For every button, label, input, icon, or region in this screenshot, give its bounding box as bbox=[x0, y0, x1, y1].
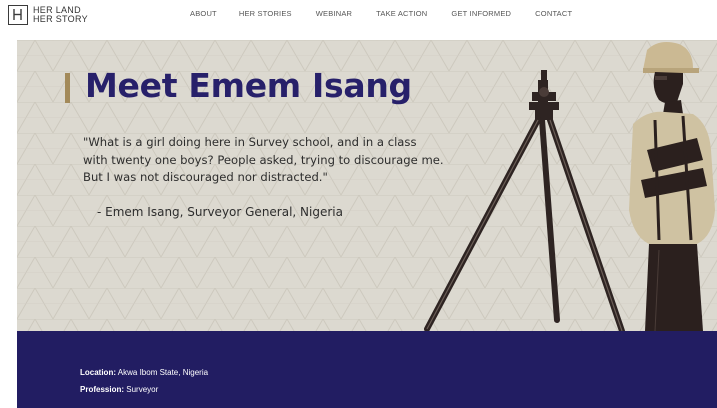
profession-label: Profession: bbox=[80, 385, 125, 394]
main-menu: ABOUT HER STORIES WEBINAR TAKE ACTION GE… bbox=[190, 9, 596, 18]
hero-banner: Meet Emem Isang "What is a girl doing he… bbox=[17, 40, 717, 331]
profession-value: Surveyor bbox=[126, 385, 159, 394]
profile-info-band: Location: Akwa Ibom State, Nigeria Profe… bbox=[17, 331, 717, 408]
nav-contact[interactable]: CONTACT bbox=[535, 9, 572, 18]
logo-wordmark: HER LAND HER STORY bbox=[33, 6, 88, 24]
nav-about[interactable]: ABOUT bbox=[190, 9, 217, 18]
location-row: Location: Akwa Ibom State, Nigeria bbox=[80, 368, 208, 377]
title-accent-bar bbox=[65, 73, 70, 103]
nav-webinar[interactable]: WEBINAR bbox=[316, 9, 352, 18]
logo-h-icon bbox=[8, 5, 28, 25]
nav-her-stories[interactable]: HER STORIES bbox=[239, 9, 292, 18]
surveyor-illustration bbox=[424, 42, 715, 331]
top-navigation: HER LAND HER STORY ABOUT HER STORIES WEB… bbox=[0, 0, 717, 38]
nav-get-informed[interactable]: GET INFORMED bbox=[451, 9, 511, 18]
nav-take-action[interactable]: TAKE ACTION bbox=[376, 9, 427, 18]
quote-attribution: - Emem Isang, Surveyor General, Nigeria bbox=[97, 205, 343, 219]
location-value: Akwa Ibom State, Nigeria bbox=[117, 368, 209, 377]
location-label: Location: bbox=[80, 368, 116, 377]
logo-line-2: HER STORY bbox=[33, 14, 88, 24]
page-title: Meet Emem Isang bbox=[85, 66, 412, 105]
site-logo[interactable]: HER LAND HER STORY bbox=[8, 5, 88, 25]
profession-row: Profession: Surveyor bbox=[80, 385, 158, 394]
